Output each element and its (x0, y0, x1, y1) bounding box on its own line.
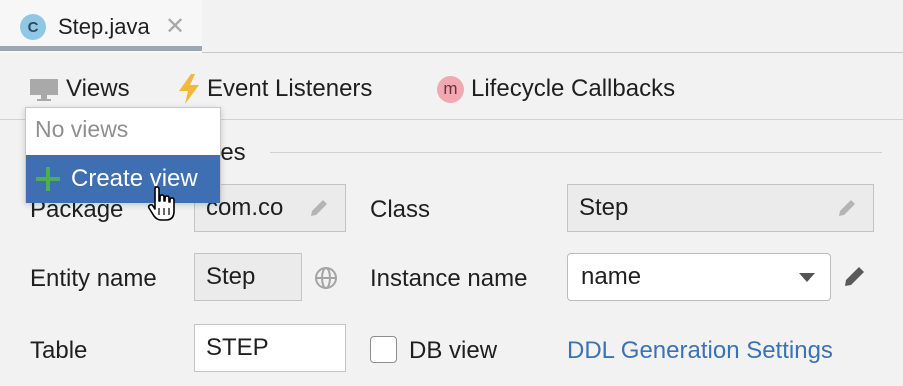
method-icon: m (437, 75, 464, 103)
pencil-icon[interactable] (836, 197, 858, 219)
tab-step-java[interactable]: C Step.java ✕ (0, 0, 202, 53)
pencil-icon[interactable] (308, 197, 330, 219)
entity-name-label: Entity name (30, 265, 157, 292)
ddl-generation-settings-link[interactable]: DDL Generation Settings (567, 337, 833, 365)
event-listeners-button[interactable]: Event Listeners (176, 74, 372, 104)
active-tab-indicator (0, 46, 202, 51)
globe-icon[interactable] (314, 266, 338, 290)
views-label: Views (66, 75, 130, 102)
editor-tab-bar: C Step.java ✕ (0, 0, 903, 53)
table-value: STEP (206, 334, 269, 361)
edit-pencil-icon[interactable] (842, 263, 868, 289)
create-view-menu-item[interactable]: Create view (26, 155, 220, 203)
tab-title: Step.java (58, 14, 150, 39)
instance-name-label: Instance name (370, 265, 528, 292)
db-view-checkbox[interactable] (370, 336, 397, 363)
lifecycle-callbacks-button[interactable]: m Lifecycle Callbacks (437, 74, 675, 104)
instance-name-value: name (581, 263, 642, 290)
event-listeners-label: Event Listeners (207, 75, 373, 102)
section-divider (270, 152, 882, 153)
table-label: Table (30, 337, 88, 364)
no-views-text: No views (35, 116, 129, 142)
chevron-down-icon (799, 273, 815, 282)
class-field[interactable]: Step (567, 184, 874, 232)
entity-name-value: Step (206, 263, 256, 290)
class-value: Step (579, 194, 629, 221)
lightning-icon (179, 74, 199, 104)
class-icon: C (20, 14, 46, 40)
close-icon[interactable]: ✕ (165, 14, 185, 40)
plus-icon (36, 167, 60, 191)
views-popup-menu: No views Create view (25, 107, 221, 203)
instance-name-combo[interactable]: name (567, 253, 831, 301)
views-button[interactable]: Views (29, 74, 130, 104)
entity-name-field[interactable]: Step (194, 253, 302, 301)
db-view-label: DB view (409, 337, 498, 364)
table-field[interactable]: STEP (194, 324, 346, 372)
class-label: Class (370, 196, 431, 223)
create-view-label: Create view (71, 165, 198, 192)
lifecycle-callbacks-label: Lifecycle Callbacks (471, 75, 676, 102)
monitor-icon (30, 79, 58, 101)
hand-cursor-icon (147, 186, 175, 221)
